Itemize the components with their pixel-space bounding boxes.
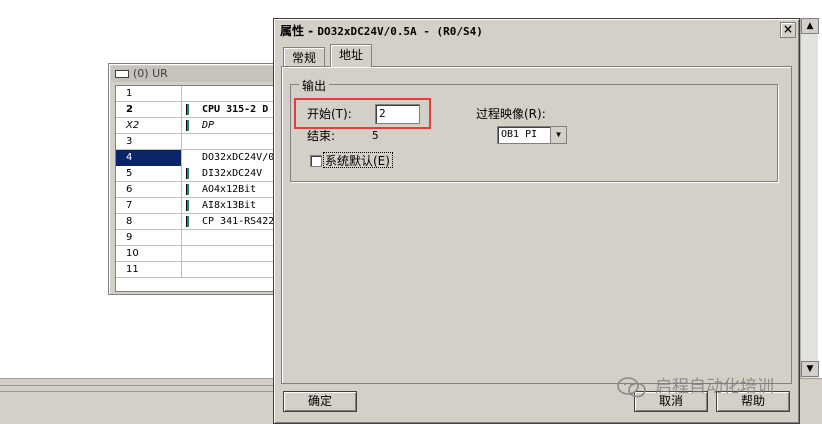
rack-row[interactable]: 10 — [116, 246, 286, 262]
rack-row[interactable]: 11 — [116, 262, 286, 278]
rack-row[interactable]: 2 CPU 315-2 D — [116, 102, 286, 118]
slot-number: 7 — [116, 198, 182, 214]
module-name — [182, 246, 286, 262]
module-name — [182, 230, 286, 246]
rack-row-selected[interactable]: 4 DO32xDC24V/0 — [116, 150, 286, 166]
rack-row[interactable]: X2 DP — [116, 118, 286, 134]
divider — [0, 385, 280, 386]
process-image-value: OB1 PI — [501, 129, 538, 140]
vertical-scrollbar[interactable]: ▲ ▼ — [800, 18, 819, 378]
rack-window: (0) UR 1 2 CPU 315-2 D X2 DP 3 4 DO32xDC… — [108, 63, 286, 295]
dialog-title-prefix: 属性 - — [280, 24, 318, 38]
scrollbar-corner — [800, 378, 822, 424]
module-name: AO4x12Bit — [202, 184, 257, 195]
slot-number: 4 — [116, 150, 182, 166]
system-default-label[interactable]: 系统默认(E) — [325, 154, 390, 168]
module-name: CP 341-RS422 — [202, 216, 275, 227]
tab-general[interactable]: 常规 — [283, 47, 326, 66]
module-name — [182, 86, 286, 102]
horizontal-scrollbar[interactable] — [0, 378, 280, 424]
slot-number: 2 — [116, 102, 182, 118]
rack-icon — [115, 70, 129, 78]
slot-number: 6 — [116, 182, 182, 198]
slot-number: 8 — [116, 214, 182, 230]
module-name: DI32xDC24V — [202, 168, 263, 179]
process-image-select[interactable]: OB1 PI ▼ — [497, 126, 567, 144]
process-image-label: 过程映像(R): — [476, 107, 546, 121]
rack-table: 1 2 CPU 315-2 D X2 DP 3 4 DO32xDC24V/0 5… — [115, 85, 286, 292]
module-name — [182, 134, 286, 150]
close-button[interactable]: × — [780, 22, 796, 38]
module-name — [182, 262, 286, 278]
slot-number: 1 — [116, 86, 182, 102]
start-address-input[interactable]: 2 — [375, 104, 420, 124]
rack-title-text: (0) UR — [133, 67, 168, 80]
module-name: DO32xDC24V/0 — [182, 150, 286, 166]
module-name: AI8x13Bit — [202, 200, 257, 211]
slot-number: 9 — [116, 230, 182, 246]
rack-window-title: (0) UR — [111, 66, 283, 82]
watermark-text: 启程自动化培训 — [655, 377, 774, 397]
rack-row[interactable]: 6 AO4x12Bit — [116, 182, 286, 198]
rack-row[interactable]: 7 AI8x13Bit — [116, 198, 286, 214]
scroll-down-icon[interactable]: ▼ — [801, 361, 819, 377]
tab-address[interactable]: 地址 — [330, 44, 373, 67]
end-label: 结束: — [307, 129, 336, 143]
chevron-down-icon[interactable]: ▼ — [550, 127, 566, 143]
properties-dialog: 属性 - DO32xDC24V/0.5A - (R0/S4) × 常规 地址 输… — [273, 18, 800, 424]
slot-number: 10 — [116, 246, 182, 262]
ok-button[interactable]: 确定 — [283, 391, 357, 412]
scroll-up-icon[interactable]: ▲ — [801, 18, 819, 34]
end-value: 5 — [372, 129, 379, 142]
rack-row[interactable]: 1 — [116, 86, 286, 102]
rack-row[interactable]: 3 — [116, 134, 286, 150]
rack-row[interactable]: 5 DI32xDC24V — [116, 166, 286, 182]
start-label: 开始(T): — [307, 107, 352, 121]
slot-number: 3 — [116, 134, 182, 150]
rack-row[interactable]: 8 CP 341-RS422 — [116, 214, 286, 230]
slot-number: 5 — [116, 166, 182, 182]
slot-number: X2 — [116, 118, 182, 134]
module-name: DP — [202, 120, 215, 131]
module-name: CPU 315-2 D — [202, 104, 269, 115]
dialog-title-module: DO32xDC24V/0.5A - (R0/S4) — [317, 25, 483, 38]
system-default-checkbox[interactable] — [310, 155, 322, 167]
wechat-icon — [617, 377, 646, 398]
slot-number: 11 — [116, 262, 182, 278]
dialog-title: 属性 - DO32xDC24V/0.5A - (R0/S4) — [277, 22, 777, 40]
rack-row[interactable]: 9 — [116, 230, 286, 246]
divider — [0, 391, 280, 392]
output-group-title: 输出 — [299, 77, 330, 94]
